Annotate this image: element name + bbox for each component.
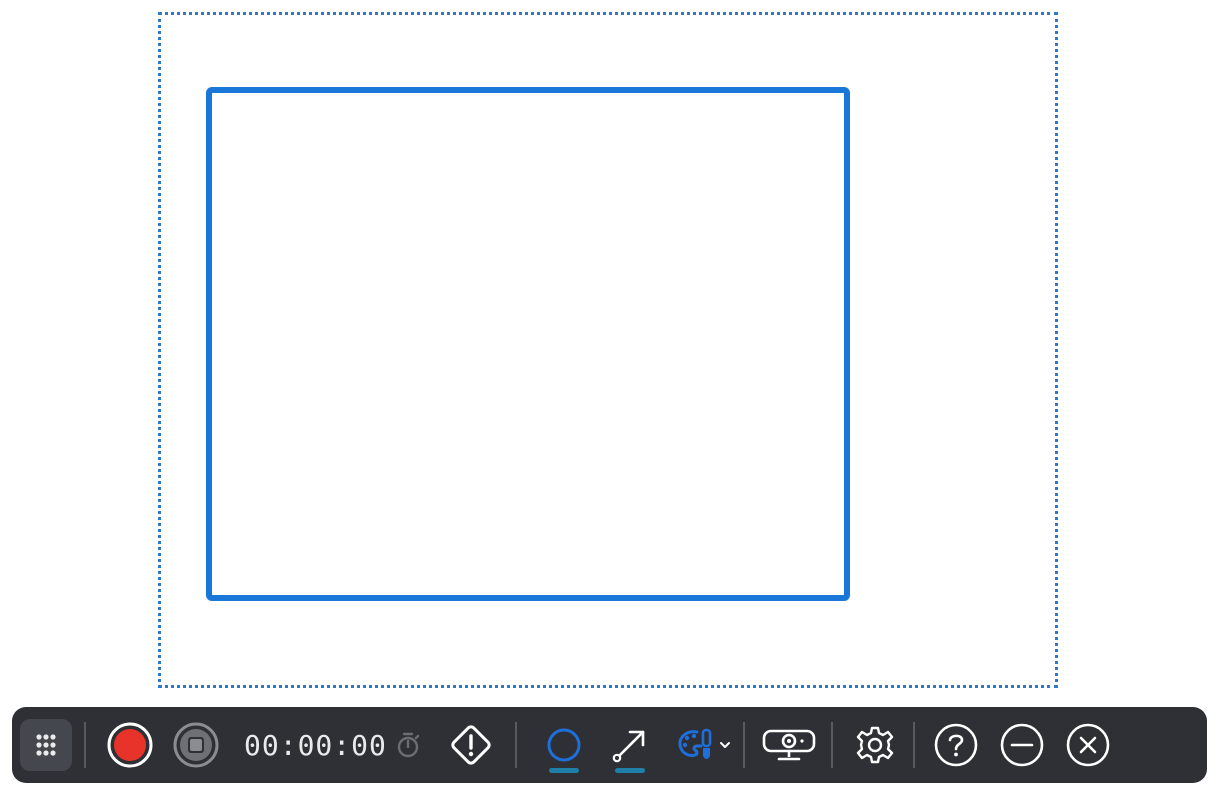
color-picker-button[interactable] <box>675 715 731 775</box>
circle-tool-button[interactable] <box>539 715 589 775</box>
toolbar-divider <box>84 722 86 768</box>
recorder-toolbar: 00:00:00 <box>12 707 1207 783</box>
active-tool-indicator <box>548 768 579 773</box>
gear-icon <box>853 723 897 767</box>
webcam-button[interactable] <box>761 715 817 775</box>
toolbar-divider <box>742 722 745 768</box>
record-button[interactable] <box>106 715 154 775</box>
settings-button[interactable] <box>853 715 897 775</box>
close-button[interactable] <box>1065 715 1111 775</box>
help-button[interactable] <box>933 715 979 775</box>
arrow-tool-icon <box>609 724 651 766</box>
record-icon <box>106 721 154 769</box>
stop-icon <box>172 721 220 769</box>
warning-icon <box>447 721 495 769</box>
drag-handle-button[interactable] <box>20 719 72 771</box>
toolbar-divider <box>912 722 915 768</box>
minimize-button[interactable] <box>999 715 1045 775</box>
screen-recorder-canvas: 00:00:00 <box>0 0 1217 786</box>
circle-shape-icon <box>544 725 584 765</box>
stop-button[interactable] <box>172 715 220 775</box>
timer-icon <box>395 731 421 759</box>
alert-button[interactable] <box>447 715 495 775</box>
chevron-down-icon <box>719 740 731 750</box>
active-tool-indicator <box>614 768 645 773</box>
scheduled-timer-button[interactable] <box>395 715 421 775</box>
palette-brush-icon <box>675 724 717 766</box>
drag-handle-icon <box>33 732 59 758</box>
arrow-tool-button[interactable] <box>605 715 655 775</box>
help-icon <box>933 722 979 768</box>
minimize-icon <box>999 722 1045 768</box>
close-icon <box>1065 722 1111 768</box>
drawn-rectangle-annotation[interactable] <box>206 87 850 601</box>
recording-timer: 00:00:00 <box>244 728 387 762</box>
webcam-icon <box>761 725 817 765</box>
toolbar-divider <box>830 722 833 768</box>
toolbar-divider <box>514 722 517 768</box>
